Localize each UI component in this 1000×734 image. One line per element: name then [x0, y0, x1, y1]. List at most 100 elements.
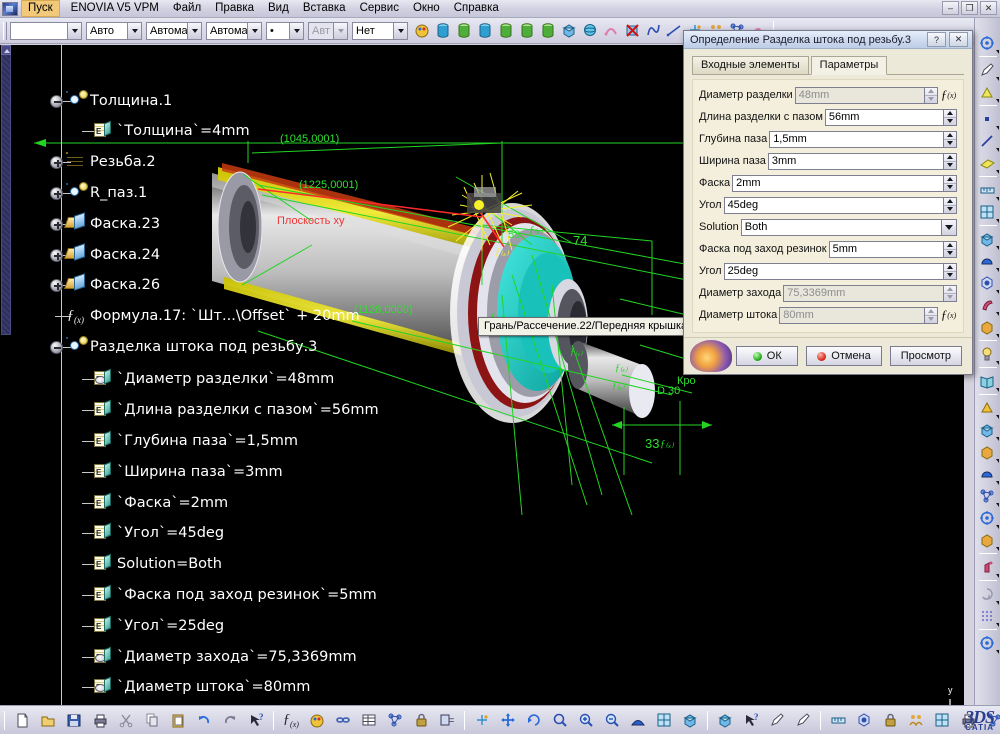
analysis-icon[interactable]	[977, 583, 999, 605]
whats-this-icon[interactable]: ?	[244, 708, 268, 732]
mode-combo[interactable]: Авто	[86, 21, 142, 40]
point-icon[interactable]	[977, 108, 999, 130]
chevron-down-icon[interactable]	[333, 22, 347, 39]
draft-tool-icon[interactable]	[977, 441, 999, 463]
thread-tool-icon[interactable]	[977, 485, 999, 507]
preview-button[interactable]: Просмотр	[889, 346, 962, 367]
spinner-control[interactable]	[943, 175, 956, 191]
hole-icon[interactable]	[977, 294, 999, 316]
spinner-up-icon[interactable]	[925, 88, 937, 96]
view-icon[interactable]	[626, 708, 650, 732]
transform-icon[interactable]	[977, 507, 999, 529]
parameter-input[interactable]: 1,5mm	[769, 130, 957, 148]
measure-icon[interactable]	[977, 179, 999, 201]
sketch-icon[interactable]	[977, 81, 999, 103]
iso-view-icon[interactable]	[678, 708, 702, 732]
text-combo[interactable]: Авт	[308, 21, 348, 40]
lock-icon[interactable]	[409, 708, 433, 732]
shaft-icon[interactable]	[977, 250, 999, 272]
tree-item[interactable]: R_паз.1	[49, 181, 147, 205]
pan-icon[interactable]	[496, 708, 520, 732]
cylinder-green-icon[interactable]	[497, 21, 516, 40]
normal-view-icon[interactable]	[548, 708, 572, 732]
tree-scrollbar[interactable]	[0, 45, 12, 705]
measure-inertia-icon[interactable]	[878, 708, 902, 732]
chamfer-tool-icon[interactable]	[977, 397, 999, 419]
zoom-in-icon[interactable]	[574, 708, 598, 732]
tree-scrollbar-thumb[interactable]	[1, 45, 11, 335]
open-document-icon[interactable]	[36, 708, 60, 732]
parameter-input[interactable]: Both	[740, 218, 957, 236]
spinner-up-icon[interactable]	[944, 154, 956, 162]
spinner-control[interactable]	[943, 241, 956, 257]
tree-item[interactable]: E `Диаметр штока`=80mm	[76, 675, 310, 699]
chevron-down-icon[interactable]	[67, 22, 81, 39]
tree-item[interactable]: Толщина.1	[49, 89, 172, 113]
measure-between-icon[interactable]	[826, 708, 850, 732]
tree-item[interactable]: Фаска.26	[49, 273, 160, 297]
spinner-down-icon[interactable]	[944, 206, 956, 213]
color-palette-icon[interactable]	[413, 21, 432, 40]
parameter-input[interactable]: 3mm	[767, 152, 957, 170]
chevron-down-icon[interactable]	[393, 22, 407, 39]
spinner-up-icon[interactable]	[944, 242, 956, 250]
sphere-icon[interactable]	[581, 21, 600, 40]
cylinder-blue-icon[interactable]	[434, 21, 453, 40]
spinner-up-icon[interactable]	[944, 286, 956, 294]
spinner-control[interactable]	[943, 109, 956, 125]
tree-item[interactable]: Фаска.24	[49, 243, 160, 267]
close-button[interactable]: ✕	[980, 1, 997, 15]
knowledge-icon[interactable]: =	[435, 708, 459, 732]
auto1-combo[interactable]: Автома	[146, 21, 202, 40]
menu-item-window[interactable]: Окно	[406, 1, 447, 16]
tree-expander-plus[interactable]	[49, 278, 64, 293]
tree-item[interactable]: E `Глубина паза`=1,5mm	[76, 429, 298, 453]
copy-icon[interactable]	[140, 708, 164, 732]
spinner-control[interactable]	[943, 153, 956, 169]
dialog-help-button[interactable]: ?	[927, 32, 946, 48]
rotate-icon[interactable]	[522, 708, 546, 732]
toolbar-grip[interactable]	[3, 21, 7, 40]
spinner-down-icon[interactable]	[944, 184, 956, 191]
print-icon[interactable]	[88, 708, 112, 732]
tree-item[interactable]: E Solution=Both	[76, 552, 222, 576]
tree-item[interactable]: E `Угол`=25deg	[76, 614, 224, 638]
spinner-down-icon[interactable]	[944, 118, 956, 125]
filter-combo[interactable]	[10, 21, 82, 40]
spinner-down-icon[interactable]	[944, 162, 956, 169]
menu-item-file[interactable]: Файл	[166, 1, 208, 16]
chevron-down-icon[interactable]	[187, 22, 201, 39]
chevron-down-icon[interactable]	[289, 22, 303, 39]
tree-expander-minus[interactable]	[49, 94, 64, 109]
relations-icon[interactable]	[383, 708, 407, 732]
formula-icon[interactable]: ƒ(x)	[940, 87, 957, 104]
tree-item[interactable]: ƒ(x) Формула.17: `Шт...\Offset` + 20mm	[49, 304, 360, 328]
grid-analysis-icon[interactable]	[977, 605, 999, 627]
rib-icon[interactable]	[977, 316, 999, 338]
dialog-close-button[interactable]: ✕	[949, 32, 968, 48]
catalog-icon[interactable]	[977, 370, 999, 392]
menu-item-tools[interactable]: Сервис	[353, 1, 406, 16]
save-icon[interactable]	[62, 708, 86, 732]
cylinder-green3-icon[interactable]	[539, 21, 558, 40]
tree-expander-plus[interactable]	[49, 186, 64, 201]
tree-expander-plus[interactable]	[49, 248, 64, 263]
undo-icon[interactable]	[192, 708, 216, 732]
render-style-icon[interactable]	[713, 708, 737, 732]
spinner-up-icon[interactable]	[944, 110, 956, 118]
cylinder-green2-icon[interactable]	[518, 21, 537, 40]
spinner-control[interactable]	[943, 197, 956, 213]
tree-expander-minus[interactable]	[49, 340, 64, 355]
line-icon[interactable]	[665, 21, 684, 40]
dialog-title-bar[interactable]: Определение Разделка штока под резьбу.3 …	[684, 31, 972, 50]
spinner-up-icon[interactable]	[944, 176, 956, 184]
line-tool-icon[interactable]	[977, 130, 999, 152]
parameter-input[interactable]: 56mm	[824, 108, 957, 126]
tree-expander-plus[interactable]	[49, 155, 64, 170]
menu-item-help[interactable]: Справка	[447, 1, 506, 16]
formula-icon[interactable]: ƒ(x)	[940, 307, 957, 324]
paste-icon[interactable]	[166, 708, 190, 732]
redo-icon[interactable]	[218, 708, 242, 732]
cut-icon[interactable]	[114, 708, 138, 732]
spinner-up-icon[interactable]	[944, 264, 956, 272]
